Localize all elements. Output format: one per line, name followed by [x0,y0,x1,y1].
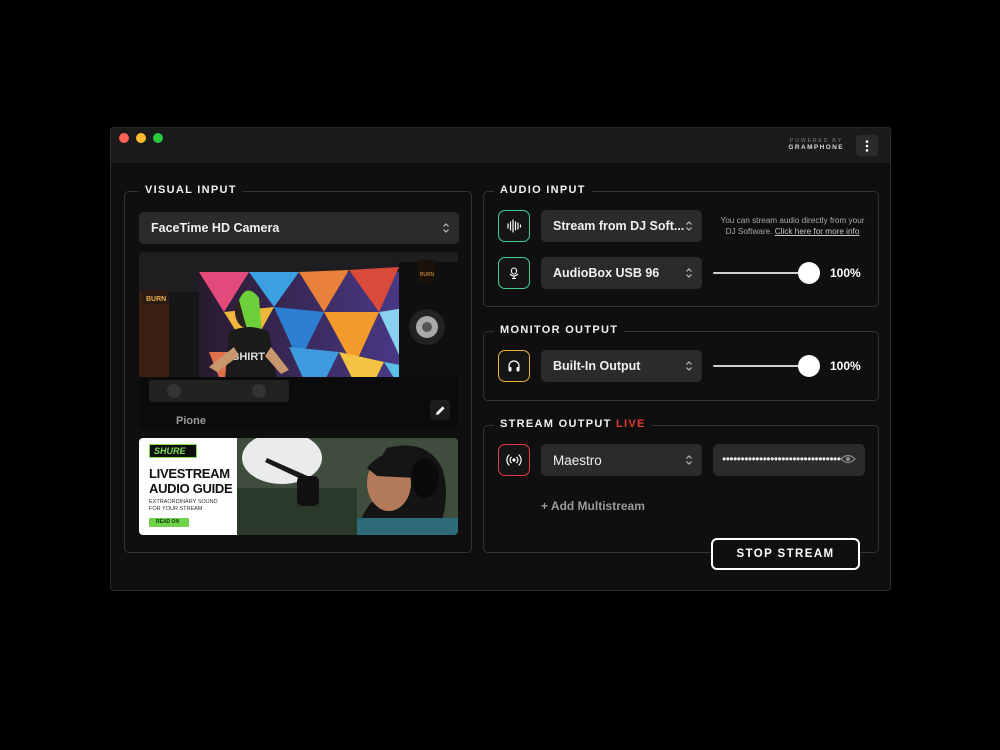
chevron-updown-icon [686,361,692,371]
broadcast-button[interactable] [498,444,530,476]
chevron-updown-icon [686,268,692,278]
edit-preview-button[interactable] [430,400,450,420]
audio-source-value: Stream from DJ Soft... [553,219,685,233]
chevron-updown-icon [686,455,692,465]
app-window: POWERED BY GRAMPHONE VISUAL INPUT FaceTi… [110,127,891,591]
audio-input-volume-slider[interactable] [713,262,820,284]
pencil-icon [435,405,445,415]
monitor-device-value: Built-In Output [553,359,641,373]
brand-name: GRAMPHONE [788,144,844,152]
visual-input-title: VISUAL INPUT [139,184,243,196]
slider-thumb[interactable] [798,262,820,284]
ad-headline-2: AUDIO GUIDE [149,481,233,496]
ad-photo-image [237,438,458,535]
dj-software-source-button[interactable] [498,210,530,242]
note-line-2: DJ Software. [725,227,773,236]
camera-preview: BURN SHIRT Pione BURN [139,252,458,430]
title-bar: POWERED BY GRAMPHONE [111,128,890,164]
waveform-icon [507,219,522,233]
monitor-volume-slider[interactable] [713,355,820,377]
camera-select[interactable]: FaceTime HD Camera [139,212,459,244]
audio-device-value: AudioBox USB 96 [553,266,660,280]
audio-input-volume-label: 100% [830,266,861,280]
close-window-button[interactable] [119,133,129,143]
stream-output-title-text: STREAM OUTPUT [500,418,612,430]
ad-cta-button[interactable]: READ ON [149,518,189,527]
shure-ad-banner[interactable]: SHURE LIVESTREAM AUDIO GUIDE EXTRAORDINA… [139,438,458,535]
eye-icon[interactable] [840,453,856,465]
visual-input-panel: VISUAL INPUT FaceTime HD Camera BURN SHI… [124,184,472,553]
stream-output-title: STREAM OUTPUT LIVE [494,418,652,430]
vertical-dots-icon [865,139,869,152]
more-info-link[interactable]: Click here for more info [775,227,860,236]
stream-destination-value: Maestro [553,452,602,468]
headphones-device-button[interactable] [498,350,530,382]
ad-sub-1: EXTRAORDINARY SOUND [149,499,218,505]
audio-input-panel: AUDIO INPUT Stream from DJ Soft... You c… [483,184,879,307]
note-line-1: You can stream audio directly from your [720,216,865,225]
powered-by-logo: POWERED BY GRAMPHONE [788,138,844,151]
stop-stream-button[interactable]: STOP STREAM [711,538,860,570]
microphone-icon [509,267,519,280]
broadcast-icon [506,454,522,466]
svg-text:BURN: BURN [146,296,166,303]
monitor-output-panel: MONITOR OUTPUT Built-In Output 100% [483,324,879,401]
stream-destination-select[interactable]: Maestro [541,444,702,476]
audio-source-select[interactable]: Stream from DJ Soft... [541,210,702,242]
slider-thumb[interactable] [798,355,820,377]
dj-software-info-note: You can stream audio directly from your … [710,215,875,237]
add-multistream-link[interactable]: + Add Multistream [541,499,645,513]
ad-sub-2: FOR YOUR STREAM [149,506,203,512]
audio-device-select[interactable]: AudioBox USB 96 [541,257,702,289]
ad-cta-text: READ ON [156,519,180,525]
stream-key-masked: •••••••••••••••••••••••••••••••• [722,452,841,466]
monitor-device-select[interactable]: Built-In Output [541,350,702,382]
stop-stream-label: STOP STREAM [736,548,835,560]
camera-preview-image: BURN SHIRT Pione BURN [139,252,458,430]
camera-select-value: FaceTime HD Camera [151,221,280,235]
audio-input-title: AUDIO INPUT [494,184,592,196]
monitor-output-title: MONITOR OUTPUT [494,324,625,336]
maximize-window-button[interactable] [153,133,163,143]
microphone-device-button[interactable] [498,257,530,289]
stream-key-field[interactable]: •••••••••••••••••••••••••••••••• [713,444,865,476]
svg-text:Pione: Pione [176,415,206,427]
ad-headline-1: LIVESTREAM [149,466,230,481]
svg-text:BURN: BURN [420,272,435,278]
headphones-icon [508,360,520,372]
monitor-volume-label: 100% [830,359,861,373]
more-menu-button[interactable] [856,135,878,156]
chevron-updown-icon [686,221,692,231]
live-badge: LIVE [615,418,646,430]
chevron-updown-icon [443,223,449,233]
ad-shure-logo: SHURE [149,444,197,458]
ad-brand-text: SHURE [154,446,186,456]
minimize-window-button[interactable] [136,133,146,143]
